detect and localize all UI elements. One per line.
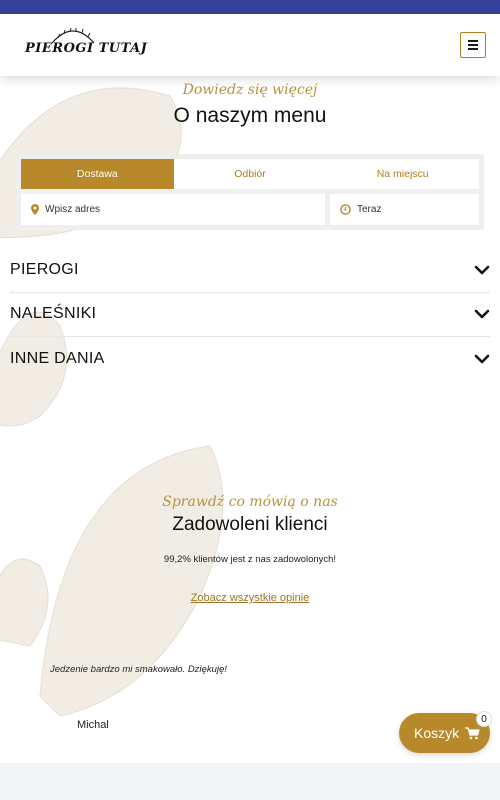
reviews-title: Zadowoleni klienci: [172, 514, 328, 535]
category-label: INNE DANIA: [10, 350, 105, 368]
tab-delivery[interactable]: Dostawa: [21, 159, 174, 189]
site-header: PIEROGI TUTAJ: [0, 14, 500, 76]
chevron-down-icon: [474, 309, 490, 319]
shopping-cart-icon: [465, 726, 480, 739]
chevron-down-icon: [474, 354, 490, 364]
hamburger-menu-button[interactable]: [460, 32, 486, 58]
cart-label: Koszyk: [414, 725, 460, 741]
cart-button[interactable]: Koszyk 0: [399, 711, 492, 753]
reviews-section: Sprawdź co mówią o nas Zadowoleni klienc…: [0, 494, 500, 731]
location-pin-icon: [31, 204, 39, 215]
main-content: Dowiedz się więcej O naszym menu Dostawa…: [0, 76, 500, 382]
cart-count-badge: 0: [476, 711, 492, 727]
menu-intro-section: Dowiedz się więcej O naszym menu: [0, 76, 500, 128]
logo[interactable]: PIEROGI TUTAJ: [22, 25, 147, 65]
order-type-tabs: Dostawa Odbiór Na miejscu: [21, 159, 479, 189]
menu-category-list: PIEROGI NALEŚNIKI INNE DANIA: [0, 248, 500, 382]
category-label: NALEŚNIKI: [10, 305, 97, 323]
logo-text: PIEROGI TUTAJ: [25, 41, 148, 56]
category-nalesniki[interactable]: NALEŚNIKI: [10, 293, 490, 337]
all-reviews-link[interactable]: Zobacz wszystkie opinie: [0, 592, 500, 604]
category-label: PIEROGI: [10, 260, 79, 278]
top-color-bar: [0, 0, 500, 14]
review-author: Michal: [77, 719, 109, 731]
tab-dine-in[interactable]: Na miejscu: [326, 159, 479, 189]
order-options-panel: Dostawa Odbiór Na miejscu Wpisz adres Te…: [16, 154, 484, 230]
review-text: Jedzenie bardzo mi smakowało. Dziękuję!: [50, 664, 227, 675]
tab-pickup[interactable]: Odbiór: [174, 159, 327, 189]
footer-strip: [0, 763, 500, 800]
hamburger-icon: [468, 40, 478, 42]
menu-section-title: O naszym menu: [173, 104, 327, 127]
clock-icon: [340, 204, 351, 215]
time-value: Teraz: [357, 204, 382, 215]
reviews-script-heading: Sprawdź co mówią o nas: [162, 494, 338, 510]
order-fields: Wpisz adres Teraz: [21, 194, 479, 225]
chevron-down-icon: [474, 265, 490, 275]
address-field[interactable]: Wpisz adres: [21, 194, 325, 225]
category-inne-dania[interactable]: INNE DANIA: [10, 337, 490, 382]
reviews-subtitle: 99,2% klientów jest z nas zadowolonych!: [163, 554, 337, 565]
time-field[interactable]: Teraz: [330, 194, 479, 225]
address-placeholder: Wpisz adres: [45, 204, 101, 215]
category-pierogi[interactable]: PIEROGI: [10, 248, 490, 293]
menu-script-heading: Dowiedz się więcej: [182, 82, 318, 98]
